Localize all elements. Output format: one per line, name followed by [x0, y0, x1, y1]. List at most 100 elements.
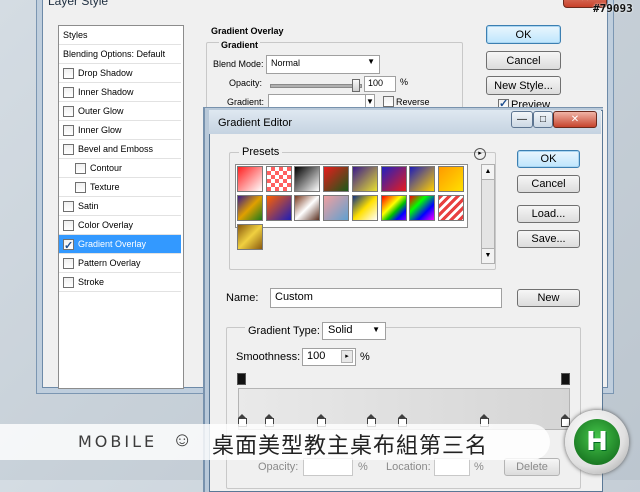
reverse-label: Reverse [396, 97, 430, 107]
opacity-stop-left[interactable] [237, 373, 246, 385]
styles-list: Styles Blending Options: Default Drop Sha… [58, 25, 184, 389]
opacity-slider-thumb[interactable] [352, 79, 360, 92]
preview-checkbox[interactable] [498, 97, 509, 110]
style-checkbox[interactable] [63, 201, 74, 212]
name-label: Name: [226, 292, 259, 304]
style-item[interactable]: Inner Shadow [59, 83, 181, 102]
chevron-down-icon: ▼ [372, 325, 380, 334]
style-item-label: Blending Options: Default [63, 49, 166, 59]
preset-swatch[interactable] [409, 195, 436, 221]
style-checkbox[interactable] [63, 106, 74, 117]
maximize-button[interactable]: □ [533, 111, 553, 128]
load-button[interactable]: Load... [517, 205, 580, 223]
style-checkbox[interactable] [75, 182, 86, 193]
preset-swatch[interactable] [409, 166, 436, 192]
style-item[interactable]: Contour [59, 159, 181, 178]
gradient-dropdown-chevron-icon[interactable]: ▼ [365, 94, 375, 109]
chevron-down-icon: ▼ [367, 57, 375, 66]
style-item[interactable]: Pattern Overlay [59, 254, 181, 273]
preset-swatch[interactable] [237, 166, 263, 192]
stop-opacity-input[interactable] [303, 458, 353, 476]
presets-scrollbar[interactable]: ▲ ▼ [481, 164, 495, 264]
smoothness-arrow-icon[interactable]: ▸ [341, 350, 353, 363]
presets-menu-icon[interactable]: ▸ [474, 148, 486, 160]
close-button[interactable]: ✕ [553, 111, 597, 128]
style-checkbox[interactable] [63, 68, 74, 79]
opacity-label: Opacity: [229, 78, 263, 88]
preset-swatch[interactable] [323, 195, 350, 221]
style-item-label: Inner Shadow [78, 87, 134, 97]
gradient-ok-button[interactable]: OK [517, 150, 580, 168]
new-button[interactable]: New [517, 289, 580, 307]
style-item[interactable]: Texture [59, 178, 181, 197]
layer-style-title: Layer Style [48, 0, 109, 8]
style-item-label: Outer Glow [78, 106, 124, 116]
preset-swatch[interactable] [294, 166, 321, 192]
delete-button[interactable]: Delete [504, 458, 560, 476]
blend-mode-label: Blend Mode: [213, 59, 264, 69]
style-item-label: Satin [78, 201, 99, 211]
stop-location-percent: % [474, 461, 484, 473]
style-item[interactable]: Color Overlay [59, 216, 181, 235]
scroll-up-icon[interactable]: ▲ [482, 165, 494, 180]
blend-mode-value: Normal [271, 58, 301, 68]
style-checkbox[interactable] [75, 163, 86, 174]
preset-swatch[interactable] [323, 166, 350, 192]
style-item-label: Inner Glow [78, 125, 122, 135]
minimize-button[interactable]: — [511, 111, 533, 128]
color-stop[interactable] [561, 414, 570, 427]
preset-swatch[interactable] [265, 195, 292, 221]
preset-swatch[interactable] [265, 166, 292, 192]
style-item[interactable]: Bevel and Emboss [59, 140, 181, 159]
scroll-down-icon[interactable]: ▼ [482, 248, 494, 263]
save-button[interactable]: Save... [517, 230, 580, 248]
styles-header[interactable]: Styles [59, 26, 181, 45]
preset-swatch[interactable] [380, 195, 407, 221]
preset-swatch[interactable] [437, 166, 464, 192]
style-checkbox[interactable] [63, 220, 74, 231]
style-item[interactable]: Drop Shadow [59, 64, 181, 83]
new-style-button[interactable]: New Style... [486, 76, 561, 95]
smoothness-input[interactable]: 100 ▸ [302, 348, 356, 366]
style-item-label: Gradient Overlay [78, 239, 147, 249]
smoothness-value: 100 [307, 350, 326, 362]
style-item[interactable]: Satin [59, 197, 181, 216]
style-checkbox[interactable] [63, 277, 74, 288]
style-item[interactable]: Gradient Overlay [59, 235, 181, 256]
style-checkbox[interactable] [63, 237, 74, 256]
gradient-cancel-button[interactable]: Cancel [517, 175, 580, 193]
style-item-label: Bevel and Emboss [78, 144, 154, 154]
blend-mode-select[interactable]: Normal ▼ [266, 55, 380, 74]
gradient-group-title: Gradient [219, 40, 261, 50]
preset-swatch[interactable] [237, 224, 263, 250]
gradient-type-label: Gradient Type: [245, 325, 323, 337]
stop-location-input[interactable] [434, 458, 470, 476]
style-checkbox[interactable] [63, 258, 74, 269]
gradient-type-value: Solid [328, 324, 353, 336]
opacity-slider-track[interactable] [270, 84, 362, 88]
style-checkbox[interactable] [63, 144, 74, 155]
reverse-checkbox[interactable] [383, 96, 394, 107]
layer-style-ok-button[interactable]: OK [486, 25, 561, 44]
preset-swatch[interactable] [351, 195, 378, 221]
opacity-stop-right[interactable] [561, 373, 570, 385]
stop-opacity-label: Opacity: [258, 461, 299, 473]
stop-location-label: Location: [386, 461, 431, 473]
preset-swatch[interactable] [380, 166, 407, 192]
style-checkbox[interactable] [63, 87, 74, 98]
style-item[interactable]: Outer Glow [59, 102, 181, 121]
layer-style-cancel-button[interactable]: Cancel [486, 51, 561, 70]
name-input[interactable]: Custom [270, 288, 502, 308]
style-item-label: Texture [90, 182, 120, 192]
opacity-input[interactable]: 100 [364, 76, 396, 92]
preset-swatch[interactable] [294, 195, 321, 221]
preset-swatch[interactable] [237, 195, 263, 221]
preset-swatch[interactable] [437, 195, 464, 221]
style-item[interactable]: Blending Options: Default [59, 45, 181, 64]
style-item[interactable]: Inner Glow [59, 121, 181, 140]
style-item[interactable]: Stroke [59, 273, 181, 292]
preset-swatch[interactable] [351, 166, 378, 192]
gradient-type-select[interactable]: Solid ▼ [322, 322, 386, 340]
style-checkbox[interactable] [63, 125, 74, 136]
gradient-picker[interactable] [268, 94, 366, 109]
